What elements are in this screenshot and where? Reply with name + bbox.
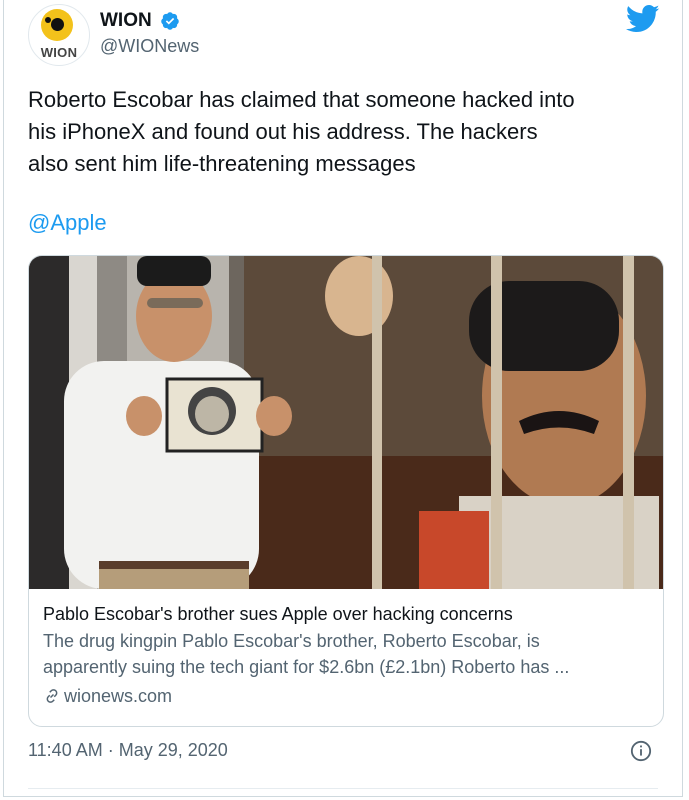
- tweet-timestamp[interactable]: 11:40 AM · May 29, 2020: [28, 740, 228, 761]
- footer-divider: [28, 788, 658, 789]
- card-title[interactable]: Pablo Escobar's brother sues Apple over …: [43, 602, 649, 626]
- mention-link[interactable]: @Apple: [28, 210, 107, 236]
- avatar-logo-text: WION: [40, 45, 78, 60]
- card-description-line: apparently suing the tech giant for $2.6…: [43, 657, 570, 677]
- link-icon: [46, 689, 58, 703]
- display-name[interactable]: WION: [100, 10, 152, 32]
- card-domain[interactable]: wionews.com: [43, 684, 649, 708]
- verified-badge-icon: [161, 12, 179, 30]
- card-meta: Pablo Escobar's brother sues Apple over …: [43, 602, 649, 708]
- tweet-text-line: also sent him life-threatening messages: [28, 151, 416, 176]
- card-description: The drug kingpin Pablo Escobar's brother…: [43, 628, 649, 680]
- info-icon[interactable]: [630, 740, 652, 762]
- tweet-embed: WION WION @WIONews Roberto Escobar has c…: [3, 0, 683, 797]
- account-handle[interactable]: @WIONews: [100, 36, 199, 57]
- tweet-text-line: his iPhoneX and found out his address. T…: [28, 119, 538, 144]
- tweet-text: Roberto Escobar has claimed that someone…: [28, 84, 668, 180]
- tweet-text-line: Roberto Escobar has claimed that someone…: [28, 87, 575, 112]
- card-image[interactable]: [29, 256, 663, 589]
- tweet-header: WION WION @WIONews: [28, 4, 660, 66]
- twitter-bird-icon[interactable]: [626, 4, 660, 34]
- avatar-logo-dot: [45, 17, 51, 23]
- link-card[interactable]: Pablo Escobar's brother sues Apple over …: [28, 255, 664, 727]
- avatar[interactable]: WION: [28, 4, 90, 66]
- avatar-logo-mark: [41, 9, 73, 41]
- card-description-line: The drug kingpin Pablo Escobar's brother…: [43, 631, 540, 651]
- card-domain-text: wionews.com: [64, 686, 173, 706]
- account-name-block: WION @WIONews: [100, 10, 199, 57]
